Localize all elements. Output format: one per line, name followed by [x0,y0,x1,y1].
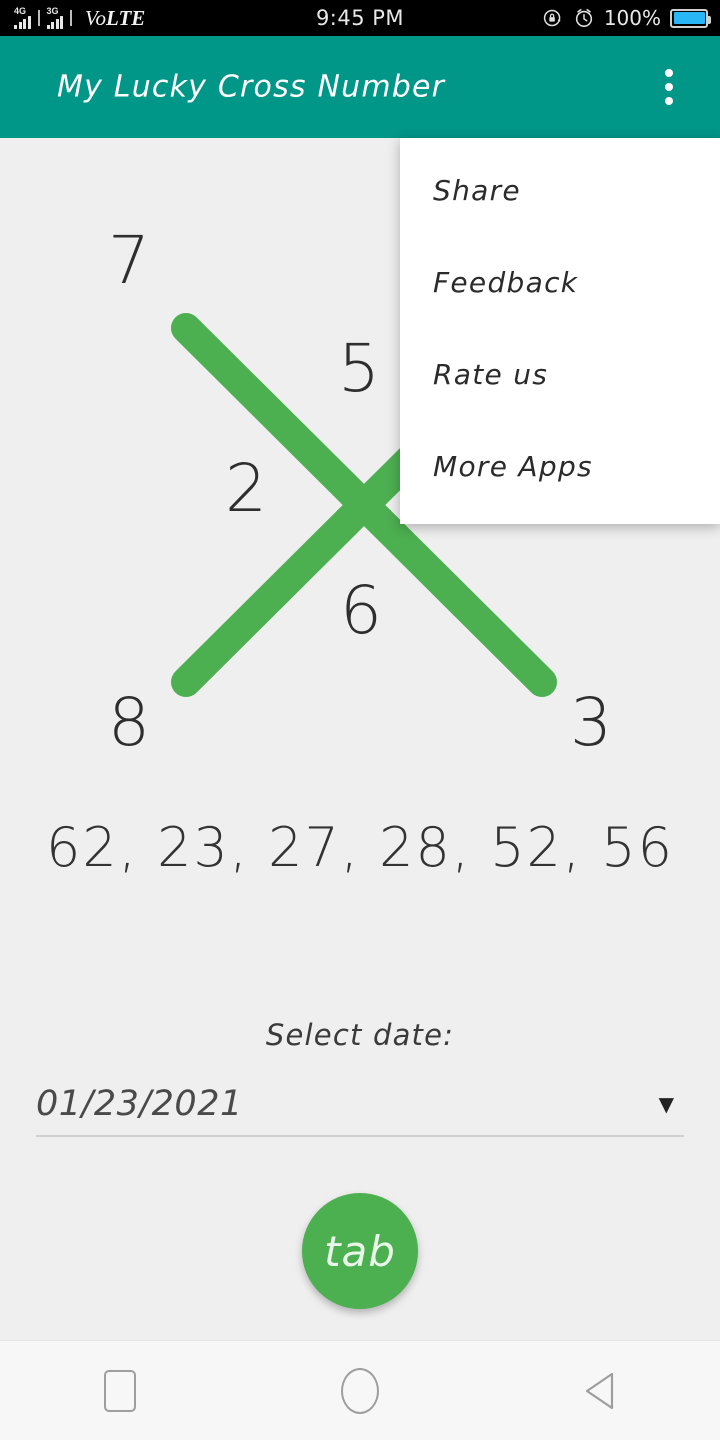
triangle-back-icon [585,1372,614,1409]
overflow-dot-1 [665,69,673,77]
menu-item-more-apps[interactable]: More Apps [400,420,720,512]
cross-digit-top-right: 5 [338,330,380,407]
cross-digit-middle-left: 2 [225,450,267,527]
alarm-icon [575,8,592,28]
date-value: 01/23/2021 [36,1084,243,1124]
more-vertical-icon[interactable] [646,59,692,115]
menu-item-feedback[interactable]: Feedback [400,236,720,328]
rotation-lock-icon [543,9,561,27]
cross-digit-middle-right: 6 [340,572,382,649]
overflow-menu: Share Feedback Rate us More Apps [400,138,720,524]
cross-digit-bottom-left: 8 [108,684,150,761]
app-root: 4G 3G VoLTE 9:45 PM 100% My Lucky Cross … [0,0,720,1440]
menu-item-label: More Apps [433,449,593,483]
circle-home-icon [341,1367,379,1414]
menu-item-rate-us[interactable]: Rate us [400,328,720,420]
app-bar: My Lucky Cross Number [0,36,720,138]
nav-recents-button[interactable] [60,1341,180,1440]
battery-percent-label: 100% [603,6,661,30]
cross-digit-top-left: 7 [108,222,150,299]
android-nav-bar [0,1340,720,1440]
overflow-dot-3 [665,97,673,105]
menu-item-label: Share [433,173,521,207]
status-bar: 4G 3G VoLTE 9:45 PM 100% [0,0,720,36]
tab-button[interactable]: tab [302,1193,418,1309]
status-bar-right: 100% [542,0,711,36]
nav-back-button[interactable] [540,1341,660,1440]
menu-item-share[interactable]: Share [400,144,720,236]
lucky-numbers-list: 62, 23, 27, 28, 52, 56 [46,816,674,879]
menu-item-label: Rate us [433,357,549,391]
battery-icon [670,8,711,28]
tab-button-label: tab [324,1226,396,1276]
chevron-down-icon: ▼ [658,1092,674,1116]
battery-fill [673,12,705,24]
select-date-label: Select date: [265,1018,455,1052]
cross-digit-bottom-right: 3 [570,684,612,761]
menu-item-label: Feedback [433,265,579,299]
overflow-dot-2 [665,83,673,91]
page-title: My Lucky Cross Number [57,69,446,105]
nav-home-button[interactable] [300,1341,420,1440]
square-recents-icon [104,1369,136,1412]
date-spinner[interactable]: 01/23/2021 ▼ [36,1073,684,1137]
